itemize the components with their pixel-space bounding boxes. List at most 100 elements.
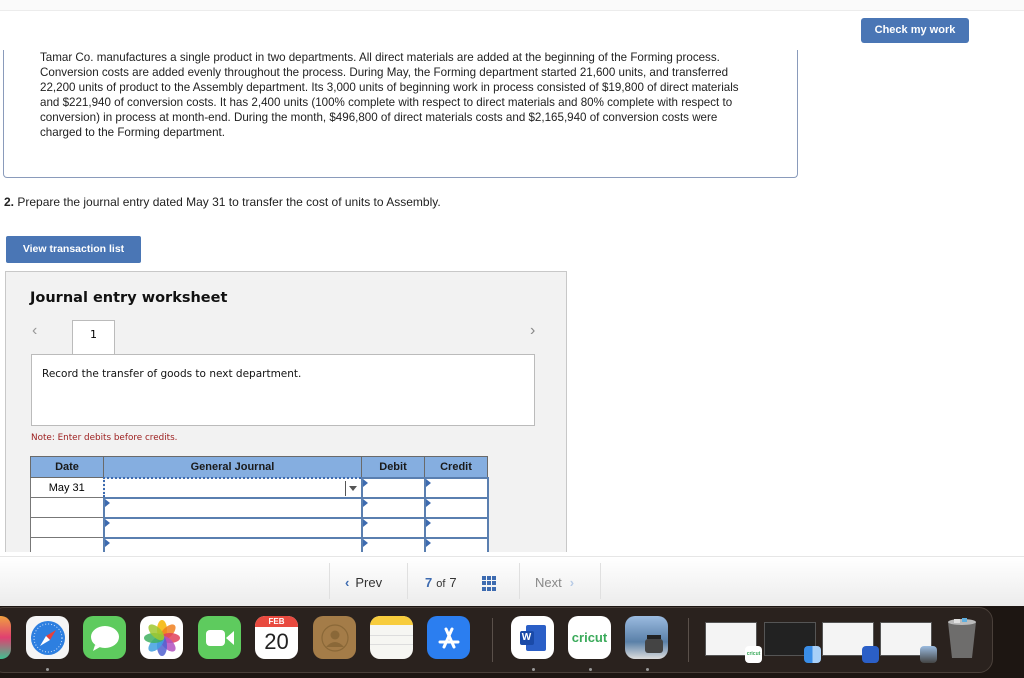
date-cell bbox=[30, 537, 104, 552]
input-flag-icon bbox=[362, 478, 368, 487]
worksheet-title: Journal entry worksheet bbox=[30, 290, 228, 306]
account-input[interactable] bbox=[102, 496, 363, 519]
contacts-icon[interactable] bbox=[313, 616, 356, 659]
word-letter: W bbox=[519, 630, 534, 645]
running-indicator bbox=[532, 668, 535, 671]
divider bbox=[600, 563, 601, 599]
question-text: Prepare the journal entry dated May 31 t… bbox=[14, 195, 441, 209]
journal-table: Date General Journal Debit Credit May 31 bbox=[30, 456, 489, 552]
calendar-day: 20 bbox=[264, 629, 289, 654]
grid-icon[interactable] bbox=[482, 576, 497, 591]
top-strip bbox=[0, 0, 1024, 11]
trash-icon[interactable] bbox=[940, 616, 983, 659]
chevron-right-icon[interactable]: › bbox=[530, 322, 535, 340]
divider bbox=[519, 563, 520, 599]
view-transaction-list-button[interactable]: View transaction list bbox=[6, 236, 141, 263]
input-flag-icon bbox=[104, 538, 110, 547]
finder-badge-icon bbox=[804, 646, 821, 663]
column-header-debit: Debit bbox=[361, 456, 425, 478]
tab-entry-1[interactable]: 1 bbox=[72, 320, 115, 354]
date-cell bbox=[30, 517, 104, 538]
problem-statement-box: Tamar Co. manufactures a single product … bbox=[3, 50, 798, 178]
calendar-icon[interactable]: FEB 20 bbox=[255, 616, 298, 659]
total-pages: 7 bbox=[449, 575, 457, 590]
account-input[interactable] bbox=[102, 516, 363, 539]
input-flag-icon bbox=[362, 498, 368, 507]
column-header-credit: Credit bbox=[424, 456, 488, 478]
dock-divider bbox=[688, 618, 689, 662]
calendar-month: FEB bbox=[255, 616, 298, 627]
account-select[interactable] bbox=[102, 476, 363, 499]
next-button[interactable]: Next › bbox=[535, 575, 574, 590]
window-thumbnail-word[interactable] bbox=[822, 622, 879, 663]
window-thumbnail-finder[interactable] bbox=[764, 622, 821, 663]
launchpad-icon[interactable] bbox=[0, 616, 11, 659]
table-row bbox=[30, 496, 489, 519]
date-cell: May 31 bbox=[30, 477, 104, 498]
cricut-label: cricut bbox=[571, 630, 608, 645]
current-page: 7 bbox=[425, 575, 433, 590]
chevron-left-icon[interactable]: ‹ bbox=[32, 322, 37, 340]
page-of: of bbox=[436, 578, 446, 590]
running-indicator bbox=[646, 668, 649, 671]
debit-input[interactable] bbox=[360, 476, 426, 499]
input-flag-icon bbox=[425, 498, 431, 507]
window-thumbnail-preview[interactable] bbox=[880, 622, 937, 663]
note-text: Note: Enter debits before credits. bbox=[31, 433, 178, 443]
debit-input[interactable] bbox=[360, 536, 426, 552]
cricut-badge-icon: cricut bbox=[745, 646, 762, 663]
account-input[interactable] bbox=[102, 536, 363, 552]
window-thumbnail-cricut[interactable]: cricut bbox=[705, 622, 762, 663]
debit-input[interactable] bbox=[360, 496, 426, 519]
divider bbox=[329, 563, 330, 599]
input-flag-icon bbox=[425, 518, 431, 527]
credit-input[interactable] bbox=[423, 516, 489, 539]
chevron-right-icon: › bbox=[569, 575, 575, 590]
entry-description-box: Record the transfer of goods to next dep… bbox=[31, 354, 535, 426]
preview-badge-icon bbox=[920, 646, 937, 663]
pagination-bar: ‹ Prev 7 of 7 Next › bbox=[0, 556, 1024, 606]
word-icon[interactable]: W bbox=[511, 616, 554, 659]
column-header-date: Date bbox=[30, 456, 104, 478]
date-cell bbox=[30, 497, 104, 518]
input-flag-icon bbox=[362, 538, 368, 547]
word-badge-icon bbox=[862, 646, 879, 663]
page-indicator: 7 of 7 bbox=[425, 575, 457, 590]
credit-input[interactable] bbox=[423, 496, 489, 519]
prev-button[interactable]: ‹ Prev bbox=[345, 575, 382, 590]
check-my-work-button[interactable]: Check my work bbox=[861, 18, 969, 43]
debit-input[interactable] bbox=[360, 516, 426, 539]
credit-input[interactable] bbox=[423, 536, 489, 552]
next-label: Next bbox=[535, 575, 562, 590]
column-header-general-journal: General Journal bbox=[103, 456, 362, 478]
facetime-icon[interactable] bbox=[198, 616, 241, 659]
input-flag-icon bbox=[104, 518, 110, 527]
messages-icon[interactable] bbox=[83, 616, 126, 659]
input-flag-icon bbox=[425, 478, 431, 487]
problem-text: Tamar Co. manufactures a single product … bbox=[40, 51, 739, 140]
table-row: May 31 bbox=[30, 476, 489, 499]
chevron-left-icon: ‹ bbox=[345, 575, 350, 590]
dropdown-arrow-icon[interactable] bbox=[348, 485, 357, 491]
input-flag-icon bbox=[362, 518, 368, 527]
entry-description: Record the transfer of goods to next dep… bbox=[42, 368, 302, 380]
safari-icon[interactable] bbox=[26, 616, 69, 659]
table-row bbox=[30, 536, 489, 552]
running-indicator bbox=[589, 668, 592, 671]
journal-entry-worksheet: Journal entry worksheet ‹ 1 › Record the… bbox=[5, 271, 567, 552]
credit-input[interactable] bbox=[423, 476, 489, 499]
input-flag-icon bbox=[104, 498, 110, 507]
question-number: 2. bbox=[4, 195, 15, 209]
question-prompt: 2. Prepare the journal entry dated May 3… bbox=[4, 195, 441, 209]
dock-divider bbox=[492, 618, 493, 662]
cricut-icon[interactable]: cricut bbox=[568, 616, 611, 659]
running-indicator bbox=[46, 668, 49, 671]
notes-icon[interactable] bbox=[370, 616, 413, 659]
app-store-icon[interactable] bbox=[427, 616, 470, 659]
input-flag-icon bbox=[425, 538, 431, 547]
preview-icon[interactable] bbox=[625, 616, 668, 659]
table-header-row: Date General Journal Debit Credit bbox=[30, 456, 488, 478]
prev-label: Prev bbox=[355, 575, 383, 590]
divider bbox=[407, 563, 408, 599]
photos-icon[interactable] bbox=[140, 616, 183, 659]
